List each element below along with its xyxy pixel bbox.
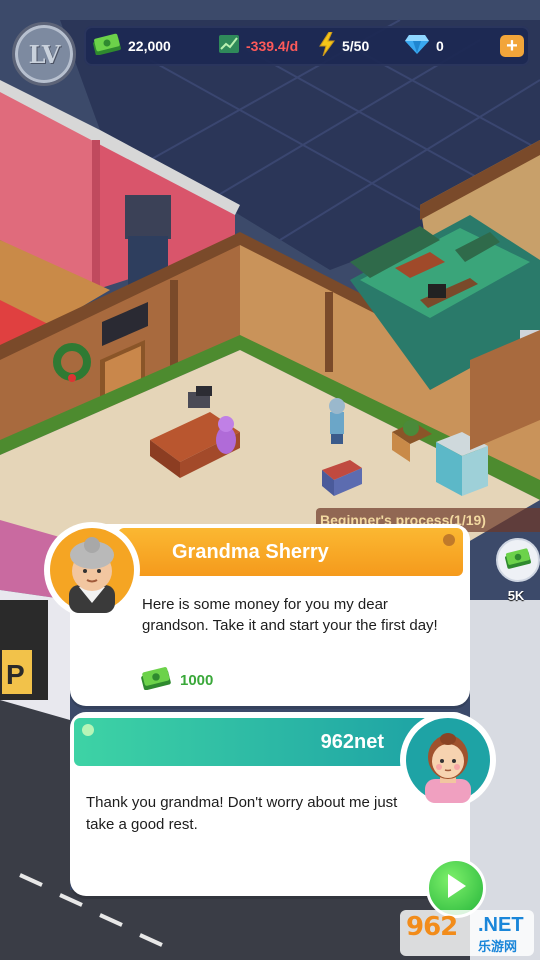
player-name-banner: 962net — [74, 718, 430, 766]
plus-icon: + — [506, 35, 518, 57]
grandma-message: Here is some money for you my dear grand… — [142, 596, 438, 634]
play-arrow-icon — [444, 872, 468, 905]
reward-row: 1000 — [140, 666, 213, 695]
energy-value: 5/50 — [342, 38, 370, 54]
next-dialog-button[interactable] — [426, 858, 486, 918]
grandma-name-banner: Grandma Sherry — [118, 528, 463, 576]
top-resource-bar: 22,000 -339.4/d 5/50 0 — [84, 26, 530, 66]
income-rate: -339.4/d — [218, 26, 298, 66]
cash-badge-amount: 5K — [507, 588, 525, 603]
player-message: Thank you grandma! Don't worry about me … — [86, 794, 398, 833]
grandma-avatar — [44, 522, 140, 618]
diamond-icon — [404, 33, 430, 60]
grandma-speaker-name: Grandma Sherry — [172, 541, 329, 563]
cash-icon — [92, 33, 122, 60]
add-gems-button[interactable]: + — [500, 35, 524, 57]
money-counter: 22,000 — [92, 26, 171, 66]
cash-icon — [140, 666, 172, 695]
trend-chart-icon — [218, 34, 240, 59]
income-rate-value: -339.4/d — [246, 38, 299, 54]
banner-dot — [443, 534, 455, 546]
player-speaker-name: 962net — [320, 731, 384, 753]
banner-dot — [82, 724, 94, 736]
watermark-net: .NET — [478, 914, 524, 936]
energy-counter: 5/50 — [318, 26, 369, 66]
cash-badge-circle — [496, 538, 540, 582]
money-value: 22,000 — [128, 38, 171, 54]
site-watermark: 962 .NET 乐游网 — [400, 910, 534, 956]
gem-value: 0 — [436, 38, 444, 54]
gem-counter: 0 — [404, 26, 444, 66]
cash-reward-badge[interactable]: 5K — [496, 538, 540, 604]
watermark-number: 962 — [406, 912, 458, 942]
level-label: LV — [28, 39, 61, 69]
level-badge[interactable]: LV — [12, 22, 76, 86]
lightning-icon — [318, 31, 336, 61]
watermark-sub: 乐游网 — [478, 939, 518, 954]
svg-text:P: P — [6, 659, 25, 690]
cash-icon — [504, 547, 532, 574]
reward-amount: 1000 — [180, 672, 214, 689]
